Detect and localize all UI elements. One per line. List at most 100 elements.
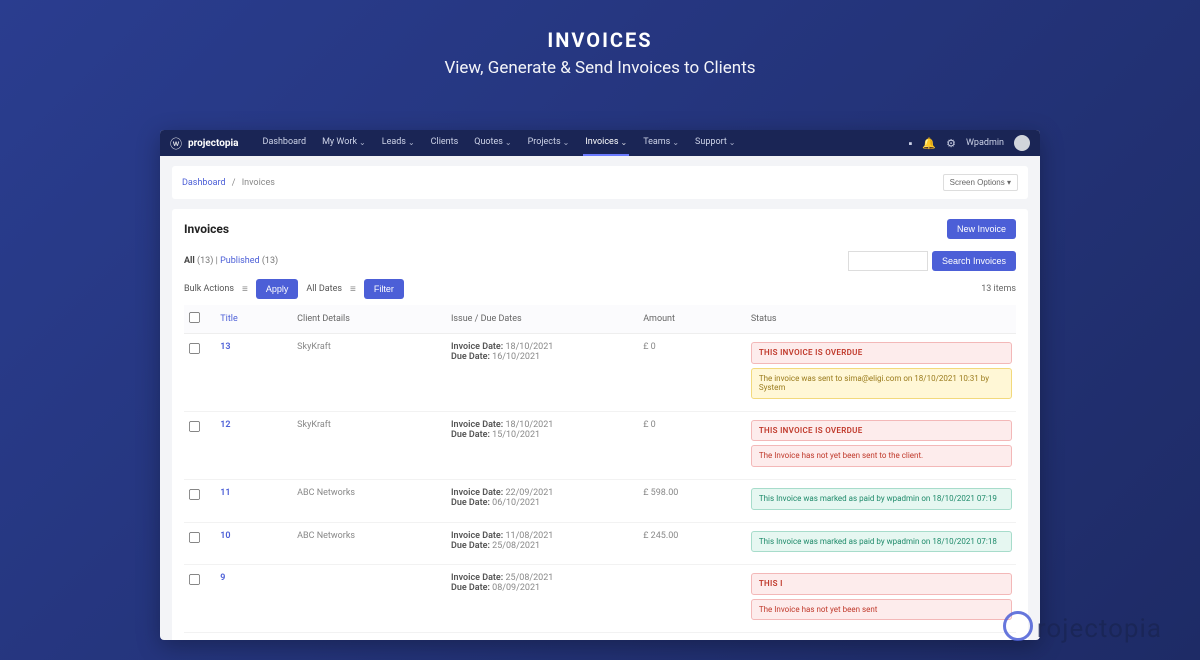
col-status: Status bbox=[747, 305, 1016, 334]
client-name: SkyKraft bbox=[293, 411, 447, 479]
nav-dashboard[interactable]: Dashboard bbox=[261, 130, 309, 156]
status-cell: THIS INVOICE IS OVERDUE The invoice was s… bbox=[747, 334, 1016, 412]
table-row: 12 SkyKraftInvoice Date: 18/10/2021Due Da… bbox=[184, 411, 1016, 479]
row-checkbox[interactable] bbox=[189, 532, 200, 543]
sort-icon: ≡ bbox=[350, 284, 356, 295]
amount-cell: £ 245.00 bbox=[639, 522, 747, 565]
table-row: 13 SkyKraftInvoice Date: 18/10/2021Due Da… bbox=[184, 334, 1016, 412]
chevron-down-icon: ⌄ bbox=[729, 138, 736, 147]
invoice-title-link[interactable]: 10 bbox=[220, 531, 230, 541]
nav-my-work[interactable]: My Work⌄ bbox=[320, 130, 368, 156]
brand-label: projectopia bbox=[188, 138, 239, 149]
status-badge: The Invoice has not yet been sent to the… bbox=[751, 445, 1012, 467]
invoice-title-link[interactable]: 13 bbox=[220, 342, 230, 352]
client-name: ABC Networks bbox=[293, 479, 447, 522]
col-dates: Issue / Due Dates bbox=[447, 305, 639, 334]
table-row: 9 Invoice Date: 25/08/2021Due Date: 08/09… bbox=[184, 565, 1016, 633]
nav-invoices[interactable]: Invoices⌄ bbox=[583, 130, 629, 156]
date-cell: Invoice Date: 22/09/2021Due Date: 06/10/… bbox=[447, 479, 639, 522]
status-badge: THIS INVOICE IS OVERDUE bbox=[751, 342, 1012, 364]
nav-teams[interactable]: Teams⌄ bbox=[641, 130, 681, 156]
apply-button[interactable]: Apply bbox=[256, 279, 299, 299]
nav-quotes[interactable]: Quotes⌄ bbox=[472, 130, 513, 156]
nav-leads[interactable]: Leads⌄ bbox=[380, 130, 417, 156]
amount-cell: £ 598.00 bbox=[639, 479, 747, 522]
amount-cell: £ 0 bbox=[639, 334, 747, 412]
user-label: Wpadmin bbox=[966, 138, 1004, 148]
col-title[interactable]: Title bbox=[216, 305, 293, 334]
status-badge: The Invoice has not yet been sent bbox=[751, 599, 1012, 621]
projectopia-watermark: rojectopia bbox=[1003, 611, 1162, 644]
status-filters: All (13) | Published (13) bbox=[184, 256, 278, 266]
col-client: Client Details bbox=[293, 305, 447, 334]
breadcrumb-root[interactable]: Dashboard bbox=[182, 178, 226, 188]
all-dates-select[interactable]: All Dates bbox=[306, 284, 342, 294]
search-button[interactable]: Search Invoices bbox=[932, 251, 1016, 271]
invoices-card: Invoices New Invoice All (13) | Publishe… bbox=[172, 209, 1028, 640]
client-name bbox=[293, 565, 447, 633]
col-amount: Amount bbox=[639, 305, 747, 334]
breadcrumb: Dashboard / Invoices bbox=[182, 178, 275, 188]
amount-cell: £ 0 bbox=[639, 411, 747, 479]
breadcrumb-current: Invoices bbox=[242, 178, 275, 188]
bell-icon[interactable]: 🔔 bbox=[922, 137, 936, 150]
new-invoice-button[interactable]: New Invoice bbox=[947, 219, 1016, 239]
nav-projects[interactable]: Projects⌄ bbox=[526, 130, 572, 156]
status-cell: This Invoice was marked as paid by wpadm… bbox=[747, 522, 1016, 565]
select-all-checkbox[interactable] bbox=[189, 312, 200, 323]
chevron-down-icon: ⌄ bbox=[563, 138, 570, 147]
status-badge: This Invoice was marked as paid by wpadm… bbox=[751, 531, 1012, 553]
chevron-down-icon: ⌄ bbox=[672, 138, 679, 147]
status-badge: THIS INVOICE IS OVERDUE bbox=[751, 420, 1012, 442]
date-cell: Invoice Date: 25/08/2021Due Date: 08/09/… bbox=[447, 565, 639, 633]
client-name: ABC Networks bbox=[293, 522, 447, 565]
chevron-down-icon: ⌄ bbox=[505, 138, 512, 147]
chat-icon[interactable]: ▪ bbox=[908, 137, 912, 150]
invoice-title-link[interactable]: 9 bbox=[220, 573, 225, 583]
gear-icon[interactable]: ⚙ bbox=[946, 137, 956, 150]
bulk-actions-select[interactable]: Bulk Actions bbox=[184, 284, 234, 294]
invoices-table: Title Client Details Issue / Due Dates A… bbox=[184, 305, 1016, 633]
table-row: 10 ABC NetworksInvoice Date: 11/08/2021Du… bbox=[184, 522, 1016, 565]
date-cell: Invoice Date: 18/10/2021Due Date: 16/10/… bbox=[447, 334, 639, 412]
top-bar: ⓦ projectopia Dashboard My Work⌄ Leads⌄ Cli… bbox=[160, 130, 1040, 156]
nav-support[interactable]: Support⌄ bbox=[693, 130, 737, 156]
table-row: 11 ABC NetworksInvoice Date: 22/09/2021Du… bbox=[184, 479, 1016, 522]
wordpress-icon[interactable]: ⓦ bbox=[170, 135, 182, 152]
search-input[interactable] bbox=[848, 251, 928, 271]
marketing-subtitle: View, Generate & Send Invoices to Client… bbox=[0, 58, 1200, 78]
date-cell: Invoice Date: 11/08/2021Due Date: 25/08/… bbox=[447, 522, 639, 565]
nav-clients[interactable]: Clients bbox=[429, 130, 461, 156]
invoice-title-link[interactable]: 12 bbox=[220, 420, 230, 430]
sort-icon: ≡ bbox=[242, 284, 248, 295]
status-badge: THIS I bbox=[751, 573, 1012, 595]
client-name: SkyKraft bbox=[293, 334, 447, 412]
filter-published-link[interactable]: Published bbox=[220, 256, 260, 266]
row-checkbox[interactable] bbox=[189, 574, 200, 585]
row-checkbox[interactable] bbox=[189, 489, 200, 500]
chevron-down-icon: ⌄ bbox=[620, 138, 627, 147]
filter-all-count: (13) bbox=[197, 256, 213, 266]
row-checkbox[interactable] bbox=[189, 343, 200, 354]
status-badge: The invoice was sent to sima@eligi.com o… bbox=[751, 368, 1012, 399]
date-cell: Invoice Date: 18/10/2021Due Date: 15/10/… bbox=[447, 411, 639, 479]
status-cell: THIS INVOICE IS OVERDUE The Invoice has n… bbox=[747, 411, 1016, 479]
row-checkbox[interactable] bbox=[189, 421, 200, 432]
filter-all-label[interactable]: All bbox=[184, 256, 195, 266]
status-cell: THIS I The Invoice has not yet been sent bbox=[747, 565, 1016, 633]
status-cell: This Invoice was marked as paid by wpadm… bbox=[747, 479, 1016, 522]
chevron-down-icon: ⌄ bbox=[359, 138, 366, 147]
chevron-down-icon: ⌄ bbox=[408, 138, 415, 147]
main-nav: Dashboard My Work⌄ Leads⌄ Clients Quotes⌄ Pro… bbox=[261, 130, 909, 156]
status-badge: This Invoice was marked as paid by wpadm… bbox=[751, 488, 1012, 510]
filter-button[interactable]: Filter bbox=[364, 279, 404, 299]
screen-options-button[interactable]: Screen Options ▾ bbox=[943, 174, 1018, 191]
item-count: 13 items bbox=[981, 284, 1016, 294]
amount-cell bbox=[639, 565, 747, 633]
page-title: Invoices bbox=[184, 222, 229, 236]
app-window: ⓦ projectopia Dashboard My Work⌄ Leads⌄ Cli… bbox=[160, 130, 1040, 640]
filter-published-count: (13) bbox=[262, 256, 278, 266]
avatar[interactable] bbox=[1014, 135, 1030, 151]
invoice-title-link[interactable]: 11 bbox=[220, 488, 230, 498]
marketing-title: INVOICES bbox=[0, 28, 1200, 52]
